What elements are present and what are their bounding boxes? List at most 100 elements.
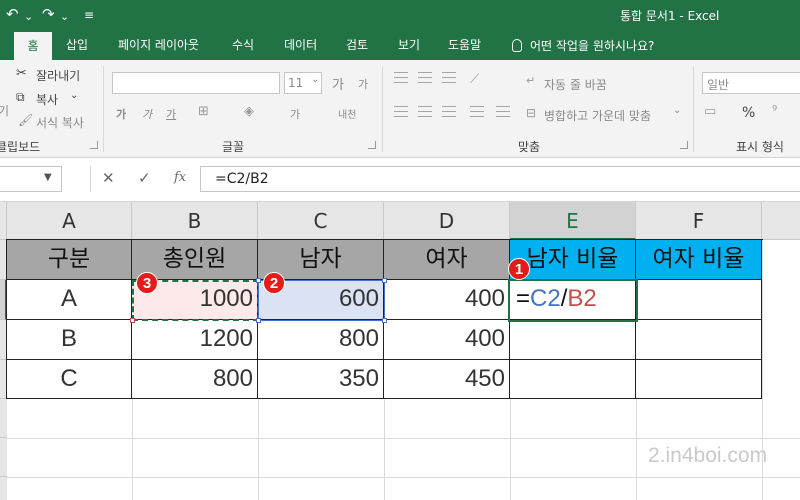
alignment-launcher-icon[interactable] xyxy=(680,141,688,149)
number-format-box[interactable]: 일반 xyxy=(702,72,800,94)
cell-d3[interactable]: 400 xyxy=(384,320,510,360)
cell-f1[interactable]: 여자 비율 xyxy=(636,240,762,280)
tab-insert[interactable]: 삽입 xyxy=(66,30,88,60)
undo-dropdown-icon[interactable]: ⌄ xyxy=(24,8,33,26)
clipboard-launcher-icon[interactable] xyxy=(90,141,98,149)
column-header-g[interactable] xyxy=(762,202,800,240)
resize-handle[interactable] xyxy=(256,278,261,283)
cell-a4[interactable]: C xyxy=(7,360,132,399)
row-header[interactable] xyxy=(0,438,7,477)
column-header-c[interactable]: C xyxy=(258,202,384,240)
font-launcher-icon[interactable] xyxy=(368,141,376,149)
wrap-text-button[interactable]: 자동 줄 바꿈 xyxy=(544,76,607,93)
redo-icon[interactable]: ↷ xyxy=(42,5,55,23)
column-header-d[interactable]: D xyxy=(384,202,510,240)
accounting-format-icon[interactable]: ▭ xyxy=(704,104,716,119)
tab-page-layout[interactable]: 페이지 레이아웃 xyxy=(118,30,199,60)
cell-b3[interactable]: 1200 xyxy=(132,320,258,360)
resize-handle[interactable] xyxy=(256,318,261,323)
name-box[interactable]: ▼ xyxy=(0,166,62,192)
copy-dropdown-icon[interactable]: ⌄ xyxy=(70,90,78,101)
copy-icon: ⧉ xyxy=(16,90,25,104)
gridline xyxy=(636,399,637,500)
tab-view[interactable]: 보기 xyxy=(398,30,420,60)
tab-formulas[interactable]: 수식 xyxy=(232,30,254,60)
cell-c3[interactable]: 800 xyxy=(258,320,384,360)
italic-button[interactable]: 가 xyxy=(142,106,152,122)
percent-button[interactable]: % xyxy=(742,105,755,121)
cell-f3[interactable] xyxy=(636,320,762,360)
grow-font-button[interactable]: 가 xyxy=(332,74,344,93)
font-color-button[interactable]: 가 xyxy=(290,106,300,122)
column-header-a[interactable]: A xyxy=(7,202,132,240)
phonetic-button[interactable]: 내천 xyxy=(338,106,356,121)
copy-button[interactable]: 복사 xyxy=(36,91,58,108)
font-name-box[interactable] xyxy=(112,72,280,94)
cancel-icon[interactable]: ✕ xyxy=(102,169,115,187)
orientation-icon[interactable]: ⟋ xyxy=(470,72,479,87)
merge-dropdown-icon[interactable]: ⌄ xyxy=(673,105,681,116)
paste-label-fragment[interactable]: 기 xyxy=(0,102,9,119)
resize-handle[interactable] xyxy=(130,318,135,323)
cell-a1[interactable]: 구분 xyxy=(7,240,132,280)
align-bottom-icon[interactable] xyxy=(442,72,456,83)
column-header-b[interactable]: B xyxy=(132,202,258,240)
align-center-icon[interactable] xyxy=(418,106,432,117)
format-painter-button[interactable]: 서식 복사 xyxy=(36,114,84,131)
select-all-corner[interactable] xyxy=(0,202,7,240)
formula-input[interactable]: =C2/B2 xyxy=(200,166,800,192)
align-right-icon[interactable] xyxy=(442,106,456,117)
redo-dropdown-icon[interactable]: ⌄ xyxy=(60,8,69,26)
cell-e3[interactable] xyxy=(510,320,636,360)
customize-toolbar-icon[interactable]: ≡ xyxy=(84,6,94,24)
increase-indent-icon[interactable] xyxy=(496,106,510,117)
ribbon: ✂ 잘라내기 ⧉ 복사 ⌄ 기 🖌 서식 복사 클립보드 11 ⌄ 가 가 가 … xyxy=(0,60,800,158)
shrink-font-button[interactable]: 가 xyxy=(358,76,368,92)
comma-style-icon[interactable]: ⁹ xyxy=(772,104,777,119)
cell-a2[interactable]: A xyxy=(7,280,132,320)
tab-help[interactable]: 도움말 xyxy=(448,30,481,60)
borders-icon[interactable]: ⊞ xyxy=(198,104,209,119)
window-title: 통합 문서1 - Excel xyxy=(620,9,720,23)
gridline xyxy=(510,399,511,500)
tab-review[interactable]: 검토 xyxy=(346,30,368,60)
tab-data[interactable]: 데이터 xyxy=(284,30,317,60)
fill-color-icon[interactable]: ◈ xyxy=(244,104,254,119)
cell-d1[interactable]: 여자 xyxy=(384,240,510,280)
resize-handle[interactable] xyxy=(382,278,387,283)
bold-button[interactable]: 가 xyxy=(116,106,126,122)
font-size-dropdown-icon: ⌄ xyxy=(311,74,320,85)
title-bar: ↶ ⌄ ↷ ⌄ ≡ 통합 문서1 - Excel xyxy=(0,0,800,30)
insert-function-icon[interactable]: fx xyxy=(174,170,186,185)
name-box-dropdown-icon[interactable]: ▼ xyxy=(44,172,52,183)
cell-f4[interactable] xyxy=(636,360,762,399)
underline-button[interactable]: 가 xyxy=(166,106,176,122)
cell-b4[interactable]: 800 xyxy=(132,360,258,399)
enter-icon[interactable]: ✓ xyxy=(138,169,151,187)
tell-me-search[interactable]: 어떤 작업을 원하시나요? xyxy=(512,37,654,54)
align-middle-icon[interactable] xyxy=(418,72,432,83)
separator xyxy=(90,166,91,192)
cell-f2[interactable] xyxy=(636,280,762,320)
align-left-icon[interactable] xyxy=(394,106,408,117)
cell-a3[interactable]: B xyxy=(7,320,132,360)
align-top-icon[interactable] xyxy=(394,72,408,83)
merge-center-button[interactable]: 병합하고 가운데 맞춤 xyxy=(544,107,651,124)
column-header-f[interactable]: F xyxy=(636,202,762,240)
tab-home[interactable]: 홈 xyxy=(14,32,52,60)
font-size-box[interactable]: 11 ⌄ xyxy=(284,72,322,94)
cell-d4[interactable]: 450 xyxy=(384,360,510,399)
separator xyxy=(382,66,383,152)
resize-handle[interactable] xyxy=(382,318,387,323)
row-header[interactable] xyxy=(0,399,7,438)
row-header[interactable] xyxy=(0,477,7,500)
cell-e1[interactable]: 남자 비율 xyxy=(510,240,636,280)
column-header-e[interactable]: E xyxy=(510,202,636,240)
cell-c4[interactable]: 350 xyxy=(258,360,384,399)
gridline xyxy=(384,399,385,500)
cut-button[interactable]: 잘라내기 xyxy=(36,67,80,84)
cell-d2[interactable]: 400 xyxy=(384,280,510,320)
undo-icon[interactable]: ↶ xyxy=(6,5,19,23)
decrease-indent-icon[interactable] xyxy=(470,106,484,117)
cell-e4[interactable] xyxy=(510,360,636,399)
